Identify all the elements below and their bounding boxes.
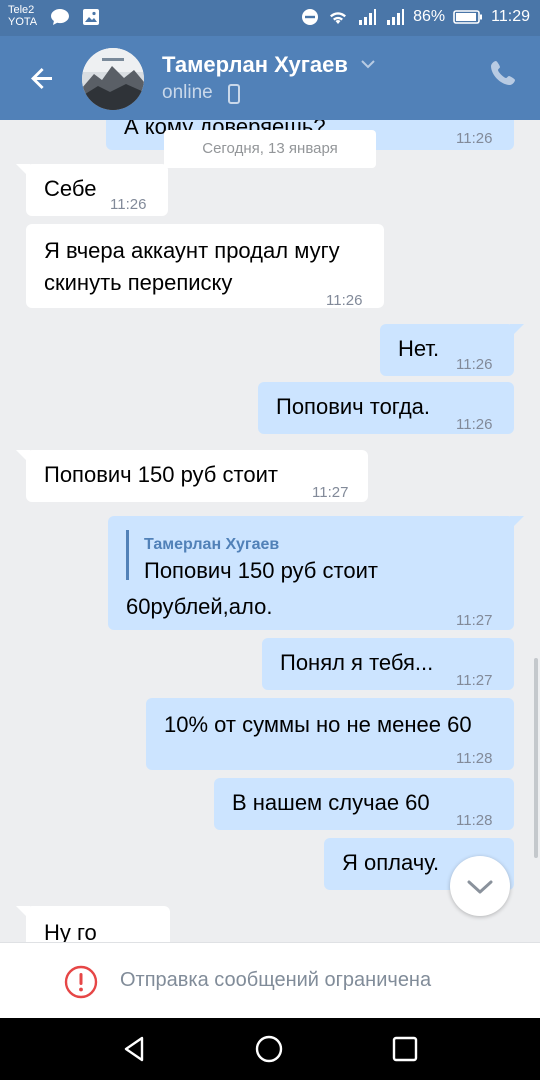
- avatar-image: [82, 48, 144, 110]
- message-text-line-1: Я вчера аккаунт продал мугу: [44, 238, 340, 263]
- quote-bar: [126, 530, 129, 580]
- message-text: Ну го: [44, 920, 97, 942]
- do-not-disturb-icon: [302, 9, 319, 25]
- quote-text[interactable]: Попович 150 руб стоит: [144, 556, 378, 586]
- chevron-down-icon[interactable]: [360, 58, 376, 70]
- message-bubble[interactable]: Понял я тебя... 11:27: [262, 638, 514, 690]
- wifi-icon: [330, 12, 347, 24]
- message-text: Я оплачу.: [342, 850, 440, 875]
- message-bubble[interactable]: Нет. 11:26: [380, 324, 524, 376]
- chat-header: Тамерлан Хугаев online: [0, 36, 540, 120]
- phone-icon: [491, 61, 515, 85]
- status-time: 11:29: [491, 8, 530, 25]
- message-text: В нашем случае 60: [232, 790, 430, 815]
- battery-percent: 86%: [413, 8, 446, 25]
- message-text: 10% от суммы но не менее 60: [164, 712, 472, 737]
- input-restricted-bar: Отправка сообщений ограничена: [0, 942, 540, 1018]
- avatar[interactable]: [82, 48, 144, 110]
- message-text: Попович тогда.: [276, 394, 431, 419]
- nav-recent-apps-icon[interactable]: [390, 1034, 420, 1064]
- contact-name[interactable]: Тамерлан Хугаев: [162, 52, 348, 78]
- arrow-left-icon: [31, 68, 52, 89]
- message-bubble[interactable]: Ну го 11:28: [16, 906, 170, 942]
- status-bar: Tele2 YOTA 86% 11:29: [0, 0, 540, 36]
- message-bubble[interactable]: Себе 11:26: [16, 164, 168, 216]
- restriction-text: Отправка сообщений ограничена: [120, 969, 432, 991]
- signal-icon-sim1: [359, 9, 377, 25]
- chevron-down-icon: [467, 880, 493, 894]
- message-time: 11:27: [312, 484, 349, 501]
- message-time: 11:26: [326, 292, 363, 309]
- contact-status: online: [162, 82, 213, 103]
- message-text-line-2: скинуть переписку: [44, 270, 233, 295]
- message-text: Попович 150 руб стоит: [44, 462, 278, 487]
- carrier-label: Tele2 YOTA: [8, 4, 38, 28]
- alert-icon: [64, 965, 98, 999]
- message-bubble[interactable]: 10% от суммы но не менее 60 11:28: [146, 698, 514, 770]
- message-list[interactable]: А кому доверяешь? 11:26 Сегодня, 13 янва…: [0, 120, 540, 942]
- message-time: 11:26: [456, 416, 493, 433]
- message-text: Понял я тебя...: [280, 650, 434, 675]
- mobile-device-icon: [228, 84, 240, 104]
- message-time: 11:26: [456, 356, 493, 373]
- message-bubble-reply[interactable]: Тамерлан Хугаев Попович 150 руб стоит 60…: [108, 516, 524, 630]
- call-button[interactable]: [488, 58, 518, 93]
- back-button[interactable]: [24, 60, 60, 96]
- message-time: 11:28: [456, 750, 493, 767]
- message-time: 11:27: [456, 672, 493, 689]
- scroll-to-bottom-button[interactable]: [450, 856, 510, 916]
- signal-icon-sim2: [387, 9, 405, 25]
- battery-icon: [453, 10, 483, 24]
- message-text: 60рублей,ало.: [126, 594, 273, 619]
- image-notification-icon: [83, 9, 99, 25]
- message-time: 11:28: [114, 934, 150, 942]
- message-time: 11:27: [456, 612, 493, 629]
- message-bubble[interactable]: Попович 150 руб стоит 11:27: [16, 450, 368, 502]
- date-divider: Сегодня, 13 января: [164, 130, 376, 168]
- message-bubble[interactable]: В нашем случае 60 11:28: [214, 778, 514, 830]
- system-nav-bar: [0, 1018, 540, 1080]
- chat-notification-icon: [51, 9, 69, 25]
- message-bubble[interactable]: Я вчера аккаунт продал мугу скинуть пере…: [26, 224, 384, 309]
- message-time: 11:28: [456, 812, 493, 829]
- message-text: Нет.: [398, 336, 440, 361]
- nav-home-icon[interactable]: [254, 1034, 284, 1064]
- message-text: Себе: [44, 176, 97, 201]
- message-bubble[interactable]: Попович тогда. 11:26: [258, 382, 514, 434]
- scrollbar[interactable]: [534, 658, 538, 858]
- message-time: 11:26: [110, 196, 147, 213]
- message-time: 11:26: [456, 130, 493, 147]
- nav-back-icon[interactable]: [120, 1034, 150, 1064]
